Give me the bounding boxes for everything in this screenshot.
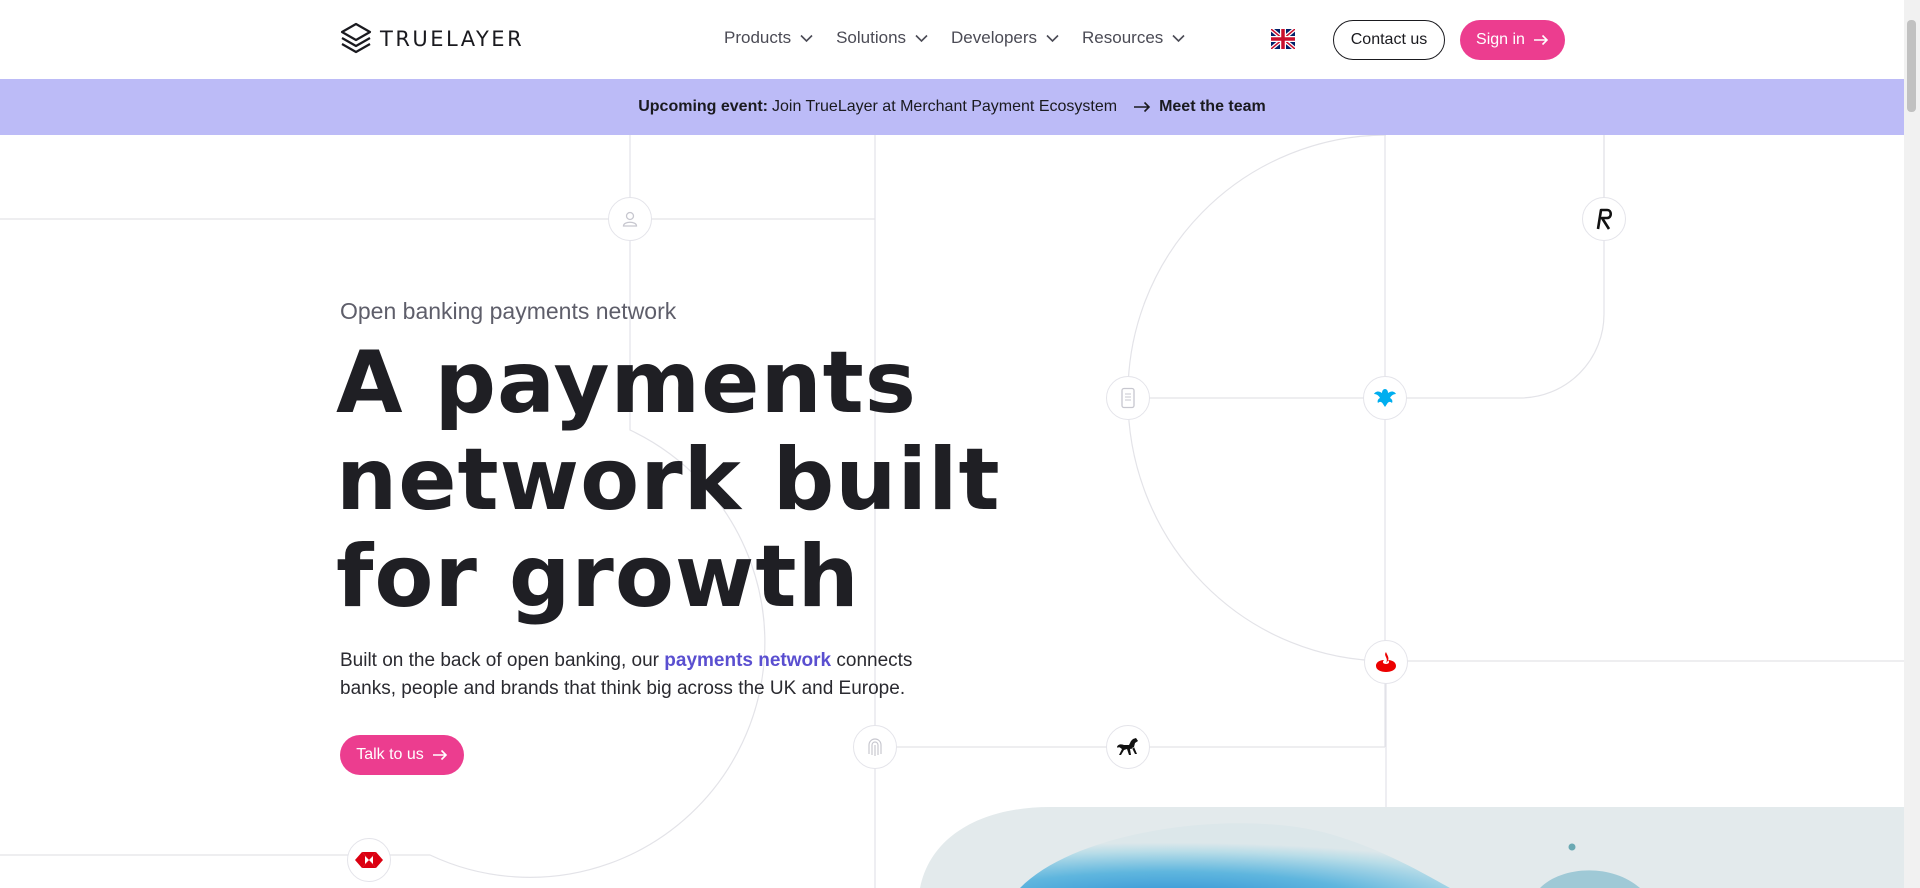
arrow-right-icon [1533,34,1549,46]
hero-headline: A payments network built for growth [336,335,1036,626]
truelayer-logo[interactable]: TRUELAYER [340,22,524,56]
menu-resources-label: Resources [1082,28,1164,47]
truelayer-logo-icon [340,22,372,54]
scrollbar-thumb[interactable] [1907,20,1916,112]
menu-products[interactable]: Products [724,28,813,48]
payments-network-link[interactable]: payments network [664,650,831,671]
hero-image [920,807,1904,888]
event-banner[interactable]: Upcoming event: Join TrueLayer at Mercha… [0,79,1904,135]
menu-developers-label: Developers [951,28,1038,47]
headline-line-2: network built [336,430,1001,530]
top-navigation: TRUELAYER Products Solutions Developers … [0,0,1904,79]
uk-flag-icon[interactable] [1271,29,1295,49]
menu-resources[interactable]: Resources [1082,28,1185,48]
chevron-down-icon [800,34,813,42]
sign-in-label: Sign in [1476,31,1525,48]
meet-the-team-link[interactable]: Meet the team [1159,98,1266,116]
phone-icon [1106,376,1150,420]
page-scrollbar[interactable] [1904,0,1920,888]
chevron-down-icon [915,34,928,42]
fingerprint-icon [853,725,897,769]
arrow-right-icon [432,749,447,761]
revolut-icon [1582,197,1626,241]
talk-to-us-label: Talk to us [356,746,424,763]
talk-to-us-button[interactable]: Talk to us [340,735,464,775]
menu-solutions[interactable]: Solutions [836,28,928,48]
hero-eyebrow: Open banking payments network [340,298,677,324]
hsbc-hexagon-icon [347,838,391,882]
menu-solutions-label: Solutions [836,28,907,47]
banner-prefix: Upcoming event: [638,98,769,115]
barclays-eagle-icon [1363,376,1407,420]
contact-us-button[interactable]: Contact us [1333,20,1445,60]
lloyds-horse-icon [1106,725,1150,769]
user-icon [608,197,652,241]
chevron-down-icon [1046,34,1059,42]
chevron-down-icon [1172,34,1185,42]
menu-products-label: Products [724,28,792,47]
headline-line-1: A payments [336,333,917,433]
headline-line-3: for growth [336,527,860,627]
arrow-right-icon [1133,101,1151,113]
banner-message: Join TrueLayer at Merchant Payment Ecosy… [772,98,1118,115]
hero-description-start: Built on the back of open banking, our [340,650,665,671]
sign-in-button[interactable]: Sign in [1460,20,1565,60]
hero-description: Built on the back of open banking, our p… [340,647,940,703]
menu-developers[interactable]: Developers [951,28,1059,48]
santander-flame-icon [1364,640,1408,684]
main-menu: Products Solutions Developers Resources [724,28,1185,48]
logo-wordmark: TRUELAYER [380,27,525,51]
